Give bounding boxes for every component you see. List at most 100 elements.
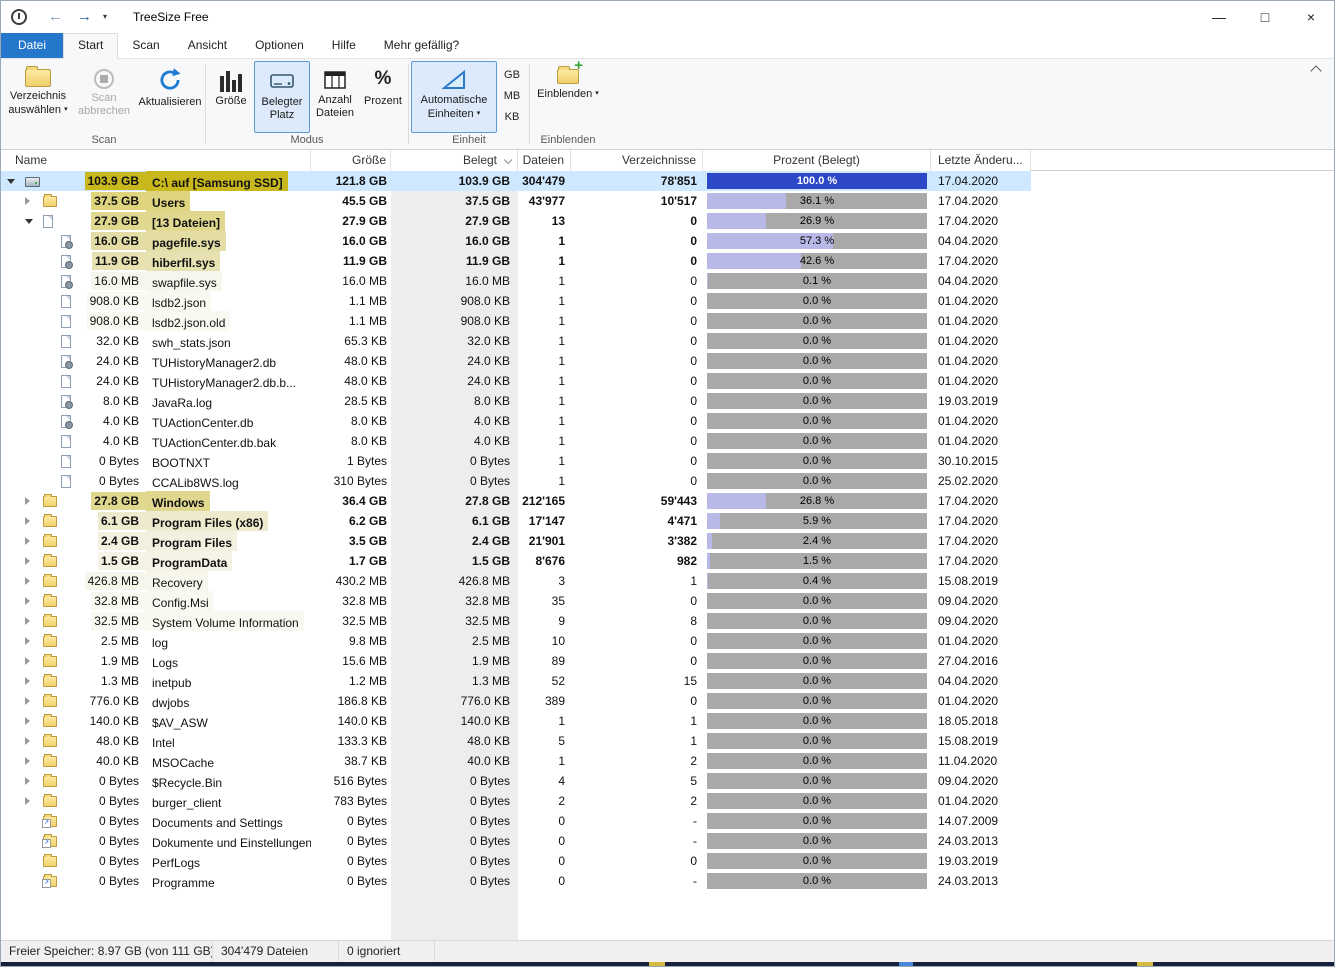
percent-mode-button[interactable]: % Prozent	[360, 61, 406, 133]
tree-row[interactable]: 1.3 MBinetpub1.2 MB1.3 MB52150.0 %04.04.…	[1, 671, 1031, 691]
tree-row[interactable]: 1.5 GBProgramData1.7 GB1.5 GB8'6769821.5…	[1, 551, 1031, 571]
expand-chevron-icon[interactable]	[25, 557, 30, 565]
show-button[interactable]: + Einblenden ▾	[532, 61, 604, 133]
name-cell: 0 Bytesburger_client	[1, 791, 311, 811]
tree-row[interactable]: 4.0 KBTUActionCenter.db8.0 KB4.0 KB100.0…	[1, 411, 1031, 431]
tree-row[interactable]: 8.0 KBJavaRa.log28.5 KB8.0 KB100.0 %19.0…	[1, 391, 1031, 411]
tab-datei[interactable]: Datei	[1, 33, 63, 58]
collapse-chevron-icon[interactable]	[7, 179, 15, 184]
select-directory-button[interactable]: Verzeichnis auswählen ▾	[5, 61, 71, 133]
forward-icon[interactable]: →	[77, 2, 92, 32]
tree-row[interactable]: 2.4 GBProgram Files3.5 GB2.4 GB21'9013'3…	[1, 531, 1031, 551]
column-header-name[interactable]: Name	[1, 150, 311, 171]
tree-row[interactable]: 37.5 GBUsers45.5 GB37.5 GB43'97710'51736…	[1, 191, 1031, 211]
tree-row[interactable]: 27.8 GBWindows36.4 GB27.8 GB212'16559'44…	[1, 491, 1031, 511]
ribbon-group-modus: Größe Belegter Platz	[208, 59, 406, 149]
tree-row[interactable]: 32.0 KBswh_stats.json65.3 KB32.0 KB100.0…	[1, 331, 1031, 351]
tree-row[interactable]: 0 BytesPerfLogs0 Bytes0 Bytes000.0 %19.0…	[1, 851, 1031, 871]
tab-ansicht[interactable]: Ansicht	[174, 33, 241, 58]
date-cell: 18.05.2018	[931, 711, 1031, 731]
tree-row[interactable]: 4.0 KBTUActionCenter.db.bak8.0 KB4.0 KB1…	[1, 431, 1031, 451]
expand-chevron-icon[interactable]	[25, 677, 30, 685]
percent-label: 100.0 %	[707, 173, 927, 189]
tree-row[interactable]: 24.0 KBTUHistoryManager2.db48.0 KB24.0 K…	[1, 351, 1031, 371]
tab-hilfe[interactable]: Hilfe	[318, 33, 370, 58]
tab-mehr-gefaellig[interactable]: Mehr gefällig?	[370, 33, 473, 58]
tree-row[interactable]: 776.0 KBdwjobs186.8 KB776.0 KB38900.0 %0…	[1, 691, 1031, 711]
unit-gb-button[interactable]: GB	[497, 65, 527, 86]
expand-chevron-icon[interactable]	[25, 597, 30, 605]
tree-row[interactable]: 27.9 GB[13 Dateien]27.9 GB27.9 GB13026.9…	[1, 211, 1031, 231]
auto-units-button[interactable]: Automatische Einheiten ▾	[411, 61, 497, 133]
tree-row[interactable]: 0 BytesProgramme0 Bytes0 Bytes0-0.0 %24.…	[1, 871, 1031, 891]
tree-row[interactable]: 103.9 GBC:\ auf [Samsung SSD]121.8 GB103…	[1, 171, 1031, 191]
tree-row[interactable]: 32.5 MBSystem Volume Information32.5 MB3…	[1, 611, 1031, 631]
expand-chevron-icon[interactable]	[25, 697, 30, 705]
tree-row[interactable]: 32.8 MBConfig.Msi32.8 MB32.8 MB3500.0 %0…	[1, 591, 1031, 611]
expand-chevron-icon[interactable]	[25, 797, 30, 805]
tree-row[interactable]: 11.9 GBhiberfil.sys11.9 GB11.9 GB1042.6 …	[1, 251, 1031, 271]
collapse-ribbon-icon[interactable]	[1310, 65, 1321, 76]
column-header-belegt[interactable]: Belegt	[391, 150, 518, 171]
column-header-dateien[interactable]: Dateien	[518, 150, 571, 171]
percent-bar: 0.0 %	[707, 853, 927, 869]
tree-row[interactable]: 6.1 GBProgram Files (x86)6.2 GB6.1 GB17'…	[1, 511, 1031, 531]
tree-row[interactable]: 16.0 MBswapfile.sys16.0 MB16.0 MB100.1 %…	[1, 271, 1031, 291]
column-header-groesse[interactable]: Größe	[311, 150, 391, 171]
tree-row[interactable]: 0 BytesDocuments and Settings0 Bytes0 By…	[1, 811, 1031, 831]
expand-chevron-icon[interactable]	[25, 197, 30, 205]
expand-chevron-icon[interactable]	[25, 657, 30, 665]
unit-kb-button[interactable]: KB	[497, 107, 527, 128]
expand-chevron-icon[interactable]	[25, 637, 30, 645]
quick-access-caret-icon[interactable]: ▾	[103, 2, 107, 32]
expand-chevron-icon[interactable]	[25, 617, 30, 625]
tree-row[interactable]: 48.0 KBIntel133.3 KB48.0 KB510.0 %15.08.…	[1, 731, 1031, 751]
expand-chevron-icon[interactable]	[25, 757, 30, 765]
size-label: 0 Bytes	[96, 772, 146, 790]
column-header-verzeichnisse[interactable]: Verzeichnisse	[571, 150, 703, 171]
tab-start[interactable]: Start	[63, 33, 118, 59]
expand-chevron-icon[interactable]	[25, 517, 30, 525]
maximize-button[interactable]: □	[1242, 1, 1288, 33]
folder-link-icon	[43, 816, 57, 827]
size-cell: 1.2 MB	[311, 671, 391, 691]
column-header-prozent[interactable]: Prozent (Belegt)	[703, 150, 931, 171]
file-count-mode-button[interactable]: Anzahl Dateien	[310, 61, 360, 133]
allocated-mode-button[interactable]: Belegter Platz	[254, 61, 310, 133]
percent-label: 0.0 %	[707, 653, 927, 669]
tree-row[interactable]: 0 BytesBOOTNXT1 Bytes0 Bytes100.0 %30.10…	[1, 451, 1031, 471]
expand-chevron-icon[interactable]	[25, 737, 30, 745]
date-cell: 17.04.2020	[931, 251, 1031, 271]
collapse-chevron-icon[interactable]	[25, 219, 33, 224]
expand-chevron-icon[interactable]	[25, 537, 30, 545]
tree-row[interactable]: 24.0 KBTUHistoryManager2.db.b...48.0 KB2…	[1, 371, 1031, 391]
size-mode-button[interactable]: Größe	[208, 61, 254, 133]
tab-optionen[interactable]: Optionen	[241, 33, 318, 58]
allocated-cell: 1.5 GB	[391, 551, 518, 571]
tree-row[interactable]: 0 Bytesburger_client783 Bytes0 Bytes220.…	[1, 791, 1031, 811]
expand-chevron-icon[interactable]	[25, 497, 30, 505]
date-cell: 01.04.2020	[931, 371, 1031, 391]
column-header-letzte[interactable]: Letzte Änderu...	[931, 150, 1031, 171]
expand-chevron-icon[interactable]	[25, 717, 30, 725]
tree-row[interactable]: 1.9 MBLogs15.6 MB1.9 MB8900.0 %27.04.201…	[1, 651, 1031, 671]
expand-chevron-icon[interactable]	[25, 777, 30, 785]
refresh-button[interactable]: Aktualisieren	[137, 61, 203, 133]
tab-scan[interactable]: Scan	[118, 33, 173, 58]
tree-row[interactable]: 2.5 MBlog9.8 MB2.5 MB1000.0 %01.04.2020	[1, 631, 1031, 651]
tree-row[interactable]: 908.0 KBlsdb2.json.old1.1 MB908.0 KB100.…	[1, 311, 1031, 331]
tree-row[interactable]: 0 BytesCCALib8WS.log310 Bytes0 Bytes100.…	[1, 471, 1031, 491]
tree-row[interactable]: 0 BytesDokumente und Einstellungen0 Byte…	[1, 831, 1031, 851]
tree-row[interactable]: 16.0 GBpagefile.sys16.0 GB16.0 GB1057.3 …	[1, 231, 1031, 251]
minimize-button[interactable]: —	[1196, 1, 1242, 33]
back-icon[interactable]: ←	[48, 2, 63, 32]
tree-row[interactable]: 140.0 KB$AV_ASW140.0 KB140.0 KB110.0 %18…	[1, 711, 1031, 731]
unit-mb-button[interactable]: MB	[497, 86, 527, 107]
tree-row[interactable]: 40.0 KBMSOCache38.7 KB40.0 KB120.0 %11.0…	[1, 751, 1031, 771]
expand-chevron-icon[interactable]	[25, 577, 30, 585]
tree-row[interactable]: 0 Bytes$Recycle.Bin516 Bytes0 Bytes450.0…	[1, 771, 1031, 791]
tree-row[interactable]: 908.0 KBlsdb2.json1.1 MB908.0 KB100.0 %0…	[1, 291, 1031, 311]
tree-row[interactable]: 426.8 MBRecovery430.2 MB426.8 MB310.4 %1…	[1, 571, 1031, 591]
close-button[interactable]: ×	[1288, 1, 1334, 33]
percent-label: 0.1 %	[707, 273, 927, 289]
